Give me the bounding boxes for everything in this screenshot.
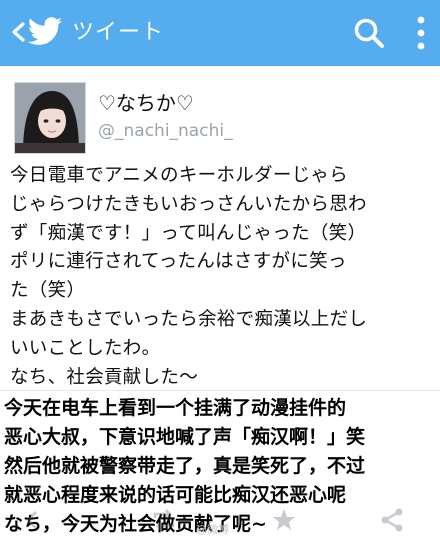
divider [0,390,440,391]
tweet-line: まあきもさでいったら余裕で痴漢以上だし [10,308,368,330]
tweet-line: なち、社会貢献した〜 [10,366,199,388]
watermark: @微博 [196,523,229,536]
display-name[interactable]: ♡なちか♡ [98,90,194,116]
page-title: ツイート [72,20,165,45]
avatar[interactable] [14,82,86,154]
caption-line: 恶心大叔，下意识地喊了声「痴汉啊！」笑 [4,426,366,448]
tweet-line: ず「痴漢です！」って叫んじゃった（笑） [10,222,367,244]
tweet-actions [0,500,440,544]
tweet-line: いいことしたわ。 [10,337,161,359]
twitter-bird-icon[interactable] [27,16,63,48]
user-handle[interactable]: @_nachi_nachi_ [98,120,233,142]
more-vertical-icon[interactable] [415,14,427,52]
tweet-text: 今日電車でアニメのキーホルダーじゃら じゃらつけたきもいおっさんいたから思わ ず… [10,162,436,392]
retweet-icon[interactable] [150,506,178,534]
caption-line: 然后他就被警察带走了，真是笑死了，不过 [4,455,366,477]
favorite-icon[interactable] [270,506,298,534]
reply-icon[interactable] [24,506,52,534]
share-icon[interactable] [378,506,406,534]
tweet-line: ポリに連行されてったんはさすがに笑っ [10,251,347,273]
avatar-photo [15,83,85,153]
top-bar: ツイート [0,0,440,66]
tweet-line: た（笑） [10,280,86,302]
tweet-line: 今日電車でアニメのキーホルダーじゃら [10,165,349,186]
tweet-line: じゃらつけたきもいおっさんいたから思わ [10,193,367,215]
caption-line: 今天在电车上看到一个挂满了动漫挂件的 [4,397,347,419]
search-icon[interactable] [352,16,386,50]
